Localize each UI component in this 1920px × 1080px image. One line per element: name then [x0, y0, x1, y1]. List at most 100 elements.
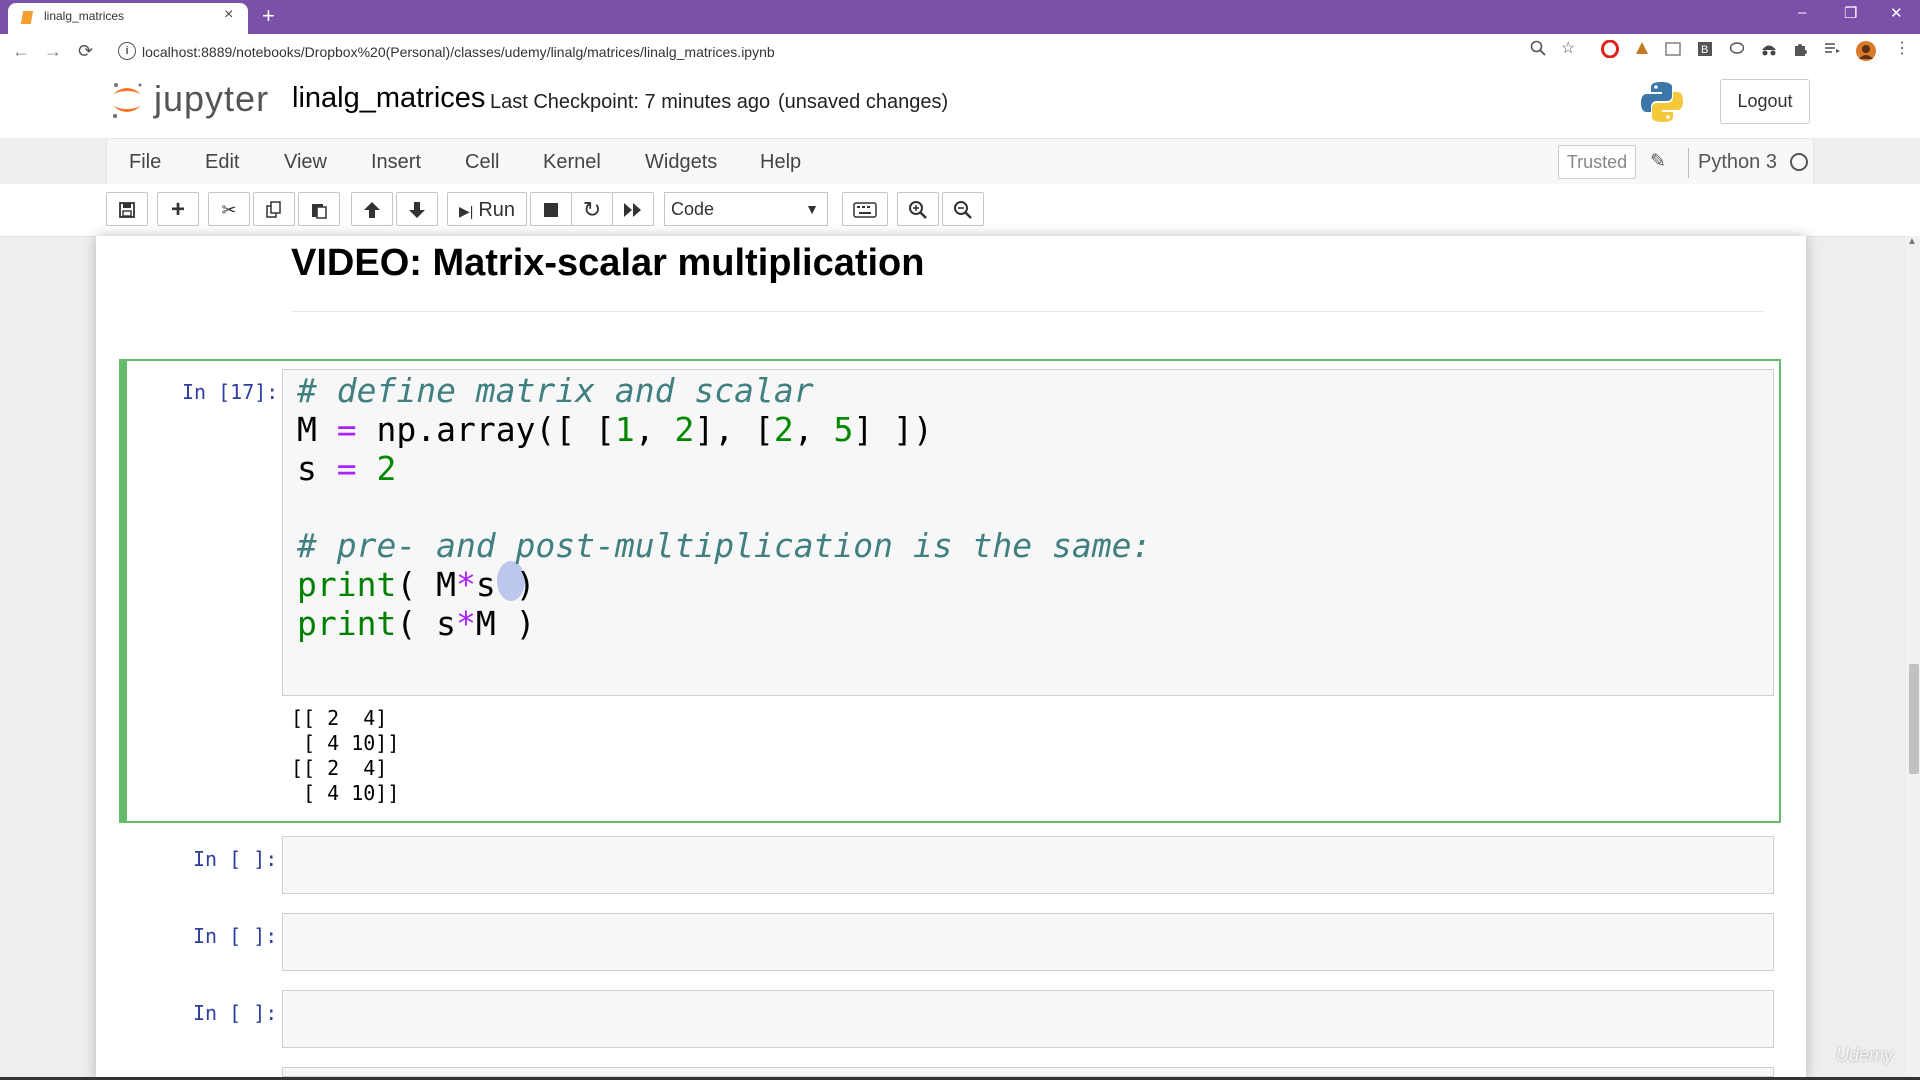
- plus-icon: +: [170, 196, 185, 223]
- scrollbar-thumb[interactable]: [1909, 664, 1919, 774]
- unsaved-status: (unsaved changes): [778, 91, 949, 113]
- cell-selection-bar: [119, 359, 127, 823]
- output-line: [ 4 10]]: [291, 731, 400, 755]
- back-icon[interactable]: ←: [12, 41, 30, 62]
- insert-cell-button[interactable]: +: [157, 192, 199, 226]
- code-line: M = np.array([ [1, 2], [2, 5] ]): [297, 410, 933, 449]
- paste-button[interactable]: [298, 192, 340, 226]
- output-line: [[ 2 4]: [291, 706, 388, 730]
- menu-file[interactable]: File: [129, 151, 161, 174]
- menu-help[interactable]: Help: [760, 151, 801, 174]
- minimize-icon[interactable]: –: [1798, 4, 1806, 21]
- zoom-out-icon: [954, 201, 972, 219]
- edit-mode-pencil-icon: ✎: [1650, 151, 1666, 172]
- fast-forward-icon: [624, 203, 641, 217]
- menu-widgets[interactable]: Widgets: [645, 151, 717, 174]
- menu-icon[interactable]: ⋮: [1894, 38, 1910, 58]
- copy-button[interactable]: [253, 192, 295, 226]
- close-window-icon[interactable]: ✕: [1890, 4, 1903, 22]
- stop-icon: [544, 203, 558, 217]
- scroll-up-icon[interactable]: ▲: [1907, 236, 1917, 247]
- code-line: print( M*s ): [297, 565, 536, 604]
- save-button[interactable]: [106, 192, 148, 226]
- code-line: s = 2: [297, 449, 397, 488]
- checkpoint-status: Last Checkpoint: 7 minutes ago: [490, 91, 771, 113]
- new-tab-icon[interactable]: +: [262, 3, 275, 29]
- interrupt-button[interactable]: [530, 192, 572, 226]
- chevron-down-icon: ▼: [805, 201, 819, 217]
- menu-insert[interactable]: Insert: [371, 151, 421, 174]
- zoom-icon[interactable]: [1530, 40, 1546, 61]
- forward-icon[interactable]: →: [44, 41, 62, 62]
- restart-button[interactable]: ↻: [571, 192, 613, 226]
- input-prompt: In [ ]:: [193, 847, 278, 871]
- step-forward-icon: ▶|: [458, 203, 474, 219]
- input-prompt: In [17]:: [182, 380, 279, 404]
- ext-icon[interactable]: [1634, 40, 1650, 61]
- tab-close-icon[interactable]: ×: [224, 6, 233, 24]
- svg-text:B: B: [1701, 44, 1708, 56]
- jupyter-header: [0, 72, 1920, 138]
- kernel-separator: [1688, 148, 1689, 178]
- cell-type-select[interactable]: Code ▼: [664, 192, 828, 226]
- cell-type-value: Code: [671, 199, 715, 219]
- url-text[interactable]: localhost:8889/notebooks/Dropbox%20(Pers…: [142, 44, 775, 60]
- python-logo-icon: [1641, 82, 1683, 122]
- run-button[interactable]: ▶| Run: [447, 192, 527, 226]
- zoom-in-button[interactable]: [897, 192, 939, 226]
- input-prompt: In [ ]:: [193, 924, 278, 948]
- empty-code-cell[interactable]: [282, 1067, 1774, 1077]
- empty-code-cell[interactable]: [282, 913, 1774, 971]
- move-down-button[interactable]: [396, 192, 438, 226]
- browser-tab-bar: [0, 0, 1920, 34]
- heading-rule: [291, 311, 1764, 312]
- markdown-heading[interactable]: VIDEO: Matrix-scalar multiplication: [291, 242, 924, 285]
- b-icon[interactable]: B: [1697, 41, 1713, 62]
- zoom-in-icon: [909, 201, 927, 219]
- window-icon[interactable]: [1665, 42, 1681, 61]
- puzzle-icon[interactable]: [1792, 41, 1808, 62]
- jupyter-tab-icon: [20, 11, 34, 24]
- menu-edit[interactable]: Edit: [205, 151, 239, 174]
- opera-icon[interactable]: [1601, 39, 1619, 63]
- menu-kernel[interactable]: Kernel: [543, 151, 601, 174]
- run-label: Run: [478, 199, 516, 221]
- notebook-name[interactable]: linalg_matrices: [292, 82, 485, 115]
- output-line: [ 4 10]]: [291, 781, 400, 805]
- copy-icon: [266, 201, 281, 218]
- floppy-icon: [119, 202, 135, 218]
- site-info-icon[interactable]: i: [118, 42, 136, 60]
- command-palette-button[interactable]: [842, 192, 888, 226]
- reload-icon[interactable]: ⟳: [78, 41, 93, 62]
- input-prompt: In [ ]:: [193, 1001, 278, 1025]
- restore-icon[interactable]: ❐: [1844, 4, 1857, 22]
- avatar-icon[interactable]: [1856, 41, 1876, 66]
- logout-button[interactable]: Logout: [1720, 79, 1810, 124]
- trusted-indicator[interactable]: Trusted: [1558, 145, 1636, 179]
- incognito-icon[interactable]: [1760, 41, 1778, 62]
- tab-title: linalg_matrices: [44, 9, 125, 23]
- jupyter-logo-icon[interactable]: [110, 80, 144, 120]
- code-line: print( s*M ): [297, 604, 536, 643]
- paste-icon: [312, 204, 327, 219]
- empty-code-cell[interactable]: [282, 990, 1774, 1048]
- arrow-down-icon: [409, 202, 425, 218]
- kernel-name[interactable]: Python 3: [1698, 151, 1777, 174]
- code-line: # define matrix and scalar: [297, 371, 814, 410]
- chat-icon[interactable]: [1729, 41, 1745, 62]
- jupyter-logo-text[interactable]: jupyter: [154, 78, 269, 120]
- cut-button[interactable]: ✂: [208, 192, 250, 226]
- restart-run-all-button[interactable]: [612, 192, 654, 226]
- zoom-out-button[interactable]: [942, 192, 984, 226]
- menu-view[interactable]: View: [284, 151, 327, 174]
- menu-cell[interactable]: Cell: [465, 151, 499, 174]
- arrow-up-icon: [364, 202, 380, 218]
- keyboard-icon: [853, 202, 877, 218]
- empty-code-cell[interactable]: [282, 836, 1774, 894]
- scrollbar-track[interactable]: [1906, 236, 1920, 1080]
- playlist-icon[interactable]: [1824, 41, 1840, 60]
- scissors-icon: ✂: [221, 200, 237, 220]
- output-line: [[ 2 4]: [291, 756, 388, 780]
- star-icon[interactable]: ☆: [1561, 38, 1575, 58]
- move-up-button[interactable]: [351, 192, 393, 226]
